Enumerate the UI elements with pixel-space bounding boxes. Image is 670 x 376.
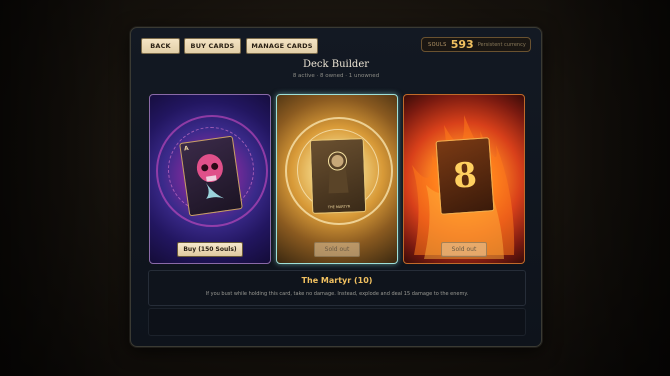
buy-card-button[interactable]: Buy (150 Souls) [177,242,243,257]
back-button[interactable]: BACK [141,38,180,54]
selected-card-name: The Martyr (10) [301,276,373,285]
souls-counter: SOULS 593 Persistent currency [421,37,531,52]
shop-card-skull[interactable]: A Buy (150 Souls) [149,94,271,264]
card-rank: A [183,144,190,153]
page-title: Deck Builder [302,59,370,70]
sold-out-button: Sold out [441,242,487,257]
sold-out-button: Sold out [314,242,360,257]
skull-icon [196,154,225,199]
souls-currency-note: Persistent currency [477,41,526,48]
buy-cards-button[interactable]: BUY CARDS [184,38,241,54]
shop-card-flame-eight[interactable]: 8 Sold out [403,94,525,264]
card-art-frame: A [179,135,243,217]
background-shadow-right [540,0,670,376]
background-shadow-left [0,0,130,376]
card-art-frame: 8 [435,137,495,215]
footer-area [148,308,526,336]
deck-builder-panel: BACK BUY CARDS MANAGE CARDS SOULS 593 Pe… [130,27,542,347]
shop-card-martyr[interactable]: THE MARTYR Sold out [276,94,398,264]
deck-summary: 8 active · 8 owned · 1 unowned [292,73,380,79]
souls-label: SOULS [428,41,447,48]
manage-cards-button[interactable]: MANAGE CARDS [246,38,318,54]
card-art-frame: THE MARTYR [309,138,367,214]
souls-count: 593 [450,38,474,51]
selected-card-description: If you bust while holding this card, tak… [205,291,469,297]
martyr-figure-icon [327,151,349,194]
card-rank: 8 [451,155,479,197]
card-description-box: The Martyr (10) If you bust while holdin… [148,270,526,306]
card-rank: THE MARTYR [327,204,351,210]
